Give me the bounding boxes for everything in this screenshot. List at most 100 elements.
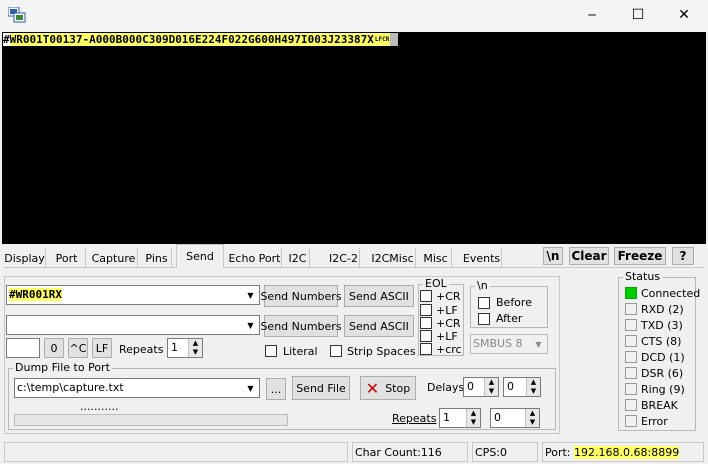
send-ascii-button-2[interactable]: Send ASCII bbox=[344, 315, 414, 337]
after-label: After bbox=[496, 312, 523, 325]
eol-crc-checkbox[interactable] bbox=[420, 343, 432, 355]
close-button[interactable]: ✕ bbox=[664, 4, 704, 26]
freeze-button[interactable]: Freeze bbox=[614, 247, 666, 265]
newline-title: \n bbox=[475, 279, 490, 292]
ctrl-c-button[interactable]: ^C bbox=[68, 338, 88, 358]
help-button[interactable]: ? bbox=[672, 247, 694, 265]
tab-send[interactable]: Send bbox=[176, 244, 224, 268]
tab-display[interactable]: Display bbox=[4, 248, 46, 268]
minimize-button[interactable]: ─ bbox=[572, 4, 612, 26]
delay-spinner-2[interactable]: 0 ▲ ▼ bbox=[503, 377, 541, 397]
status-dsr: DSR (6) bbox=[641, 367, 684, 380]
char-count: Char Count:116 bbox=[352, 442, 468, 462]
send-numbers-button-2[interactable]: Send Numbers bbox=[260, 315, 342, 337]
eol-cr-label-2: +CR bbox=[436, 317, 461, 330]
send-numbers-button-1[interactable]: Send Numbers bbox=[260, 285, 342, 307]
terminal-display[interactable]: # WR001T00137-A000B000C309D016E224F022G60… bbox=[2, 32, 706, 244]
eol-lf-label-2: +LF bbox=[436, 330, 458, 343]
delays-label: Delays bbox=[427, 381, 465, 394]
port-info: Port: 192.168.0.68:8899 bbox=[542, 442, 704, 462]
dcd-led bbox=[625, 351, 637, 363]
cts-led bbox=[625, 335, 637, 347]
maximize-button[interactable]: ☐ bbox=[618, 4, 658, 26]
port-label: Port: bbox=[545, 446, 571, 459]
status-break: BREAK bbox=[641, 399, 678, 412]
tab-capture[interactable]: Capture bbox=[90, 248, 138, 268]
eol-cr-checkbox-1[interactable] bbox=[420, 290, 432, 302]
status-title: Status bbox=[623, 270, 663, 283]
after-checkbox[interactable] bbox=[478, 313, 490, 325]
browse-button[interactable]: ... bbox=[266, 378, 286, 400]
delay-spinner-1[interactable]: 0 ▲ ▼ bbox=[463, 377, 499, 397]
dump-file-path[interactable]: c:\temp\capture.txt ▼ bbox=[14, 378, 260, 398]
break-led bbox=[625, 399, 637, 411]
stop-button[interactable]: ✕ Stop bbox=[360, 376, 416, 400]
send-ascii-button-1[interactable]: Send ASCII bbox=[344, 285, 414, 307]
status-bar: Char Count:116 CPS:0 Port: 192.168.0.68:… bbox=[0, 440, 708, 464]
newline-toggle-button[interactable]: \n bbox=[543, 247, 563, 265]
port-value: 192.168.0.68:8899 bbox=[574, 446, 680, 459]
status-ring: Ring (9) bbox=[641, 383, 685, 396]
txd-led bbox=[625, 319, 637, 331]
terminal-text: WR001T00137-A000B000C309D016E224F022G600… bbox=[9, 33, 374, 46]
rxd-led bbox=[625, 303, 637, 315]
send-combo-1-value: #WR001RX bbox=[9, 288, 62, 301]
dump-file-title: Dump File to Port bbox=[13, 361, 112, 374]
tab-echo-port[interactable]: Echo Port bbox=[228, 248, 282, 268]
chevron-down-icon[interactable]: ▼ bbox=[243, 380, 258, 396]
chevron-down-icon: ▼ bbox=[535, 339, 542, 349]
eol-cr-checkbox-2[interactable] bbox=[420, 317, 432, 329]
connected-led bbox=[625, 287, 637, 299]
literal-label: Literal bbox=[283, 345, 318, 358]
dump-repeats-spinner-2[interactable]: 0 ▲ ▼ bbox=[490, 408, 540, 428]
title-bar: ─ ☐ ✕ bbox=[0, 0, 708, 32]
terminal-eol-marker: LFCR bbox=[373, 33, 391, 46]
send-combo-1[interactable]: #WR001RX ▼ bbox=[6, 285, 260, 305]
status-rxd: RXD (2) bbox=[641, 303, 684, 316]
tab-i2c[interactable]: I2C bbox=[286, 248, 310, 268]
eol-lf-label-1: +LF bbox=[436, 304, 458, 317]
tab-events[interactable]: Events bbox=[462, 248, 502, 268]
send-file-button[interactable]: Send File bbox=[292, 376, 350, 400]
status-cts: CTS (8) bbox=[641, 335, 682, 348]
chevron-down-icon[interactable]: ▼ bbox=[243, 287, 258, 303]
eol-lf-checkbox-2[interactable] bbox=[420, 330, 432, 342]
smbus-select: SMBUS 8 ▼ bbox=[470, 334, 548, 354]
dump-file-path-value: c:\temp\capture.txt bbox=[17, 381, 124, 394]
zero-button[interactable]: 0 bbox=[44, 338, 64, 358]
app-icon bbox=[7, 6, 26, 23]
tab-misc[interactable]: Misc bbox=[420, 248, 452, 268]
tab-port[interactable]: Port bbox=[48, 248, 86, 268]
tab-i2cmisc[interactable]: I2CMisc bbox=[370, 248, 416, 268]
close-icon: ✕ bbox=[678, 7, 690, 23]
repeats-spinner[interactable]: 1 ▲ ▼ bbox=[167, 338, 203, 358]
cps: CPS:0 bbox=[472, 442, 538, 462]
before-label: Before bbox=[496, 296, 532, 309]
eol-lf-checkbox-1[interactable] bbox=[420, 304, 432, 316]
file-progress-bar bbox=[14, 414, 288, 426]
tab-i2c-2[interactable]: I2C-2 bbox=[328, 248, 360, 268]
maximize-icon: ☐ bbox=[631, 7, 645, 23]
status-txd: TXD (3) bbox=[641, 319, 683, 332]
lf-button[interactable]: LF bbox=[92, 338, 112, 358]
strip-spaces-checkbox[interactable] bbox=[330, 345, 342, 357]
repeats-label: Repeats bbox=[119, 343, 164, 356]
send-combo-2[interactable]: ▼ bbox=[6, 315, 260, 335]
dump-repeats-label: Repeats bbox=[392, 412, 437, 425]
chevron-down-icon[interactable]: ▼ bbox=[243, 317, 258, 333]
tab-pins[interactable]: Pins bbox=[142, 248, 172, 268]
eol-crc-label: +crc bbox=[436, 343, 462, 356]
dump-repeats-spinner-1[interactable]: 1 ▲ ▼ bbox=[439, 408, 481, 428]
status-error: Error bbox=[641, 415, 668, 428]
error-led bbox=[625, 415, 637, 427]
minimize-icon: ─ bbox=[588, 8, 596, 22]
before-checkbox[interactable] bbox=[478, 297, 490, 309]
literal-checkbox[interactable] bbox=[265, 345, 277, 357]
status-connected: Connected bbox=[641, 287, 701, 300]
ring-led bbox=[625, 383, 637, 395]
char-input[interactable] bbox=[6, 338, 40, 358]
eol-title: EOL bbox=[423, 277, 449, 290]
dsr-led bbox=[625, 367, 637, 379]
progress-dots: ........... bbox=[80, 400, 119, 413]
clear-button[interactable]: Clear bbox=[569, 247, 609, 265]
